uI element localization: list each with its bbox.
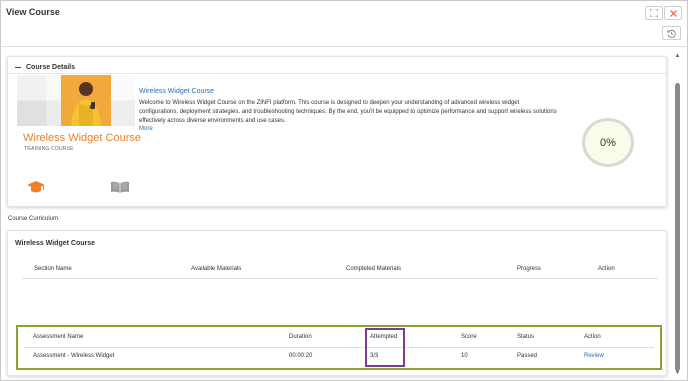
assessment-header-divider (24, 347, 654, 348)
course-details-card: Course Details Wireless Widget Course TR… (7, 56, 667, 207)
course-title-link[interactable]: Wireless Widget Course (139, 88, 214, 95)
attempted-highlight (365, 328, 405, 367)
curriculum-course-name: Wireless Widget Course (15, 240, 96, 247)
scroll-down-icon[interactable]: ▼ (674, 370, 681, 377)
close-icon (669, 9, 677, 17)
progress-percent: 0% (600, 136, 616, 149)
vertical-scrollbar[interactable]: ▲ ▼ (674, 53, 681, 377)
expand-icon (650, 9, 658, 17)
course-curriculum-label: Course Curriculum (8, 216, 59, 222)
review-link[interactable]: Review (584, 353, 604, 359)
course-brand-title: Wireless Widget Course (23, 132, 141, 144)
col-assessment-name: Assessment Name (33, 334, 84, 340)
course-thumbnail (17, 75, 135, 126)
scrollbar-thumb[interactable] (675, 83, 680, 371)
collapse-icon[interactable] (15, 66, 21, 69)
assessment-duration-cell: 00:00:20 (289, 353, 313, 359)
close-button[interactable] (664, 6, 682, 20)
expand-button[interactable] (645, 6, 663, 20)
assessment-name-cell: Assessment - Wireless Widget (33, 353, 115, 359)
course-progress-indicator: 0% (582, 118, 634, 167)
person-illustration (61, 75, 111, 126)
view-course-window: View Course ▲ ▼ Course Details Wireless … (0, 0, 688, 381)
col-section-name: Section Name (34, 266, 72, 272)
book-icon (111, 181, 129, 193)
course-details-header[interactable]: Course Details (15, 64, 75, 71)
col-action: Action (598, 266, 615, 272)
course-brand-subtitle: TRAINING COURSE (24, 146, 74, 152)
assessment-table: Assessment Name Duration Attempted Score… (16, 325, 662, 370)
assessment-score-cell: 10 (461, 353, 468, 359)
history-icon (667, 29, 676, 38)
assessment-status-cell: Passed (517, 353, 538, 359)
scroll-up-icon[interactable]: ▲ (674, 53, 681, 60)
col-duration: Duration (289, 334, 312, 340)
window-title: View Course (6, 7, 60, 17)
col-available-materials: Available Materials (191, 266, 242, 272)
course-details-label: Course Details (26, 64, 76, 71)
graduation-cap-icon (27, 181, 45, 193)
history-button[interactable] (662, 26, 681, 40)
more-link[interactable]: More (139, 126, 153, 132)
details-divider (8, 73, 666, 74)
section-header-divider (22, 278, 658, 279)
col-status: Status (517, 334, 535, 340)
col-score: Score (461, 334, 477, 340)
col-completed-materials: Completed Materials (346, 266, 402, 272)
col-assessment-action: Action (584, 334, 601, 340)
header-divider (2, 46, 688, 47)
course-description: Welcome to Wireless Widget Course on the… (139, 100, 557, 124)
col-progress: Progress (517, 266, 542, 272)
